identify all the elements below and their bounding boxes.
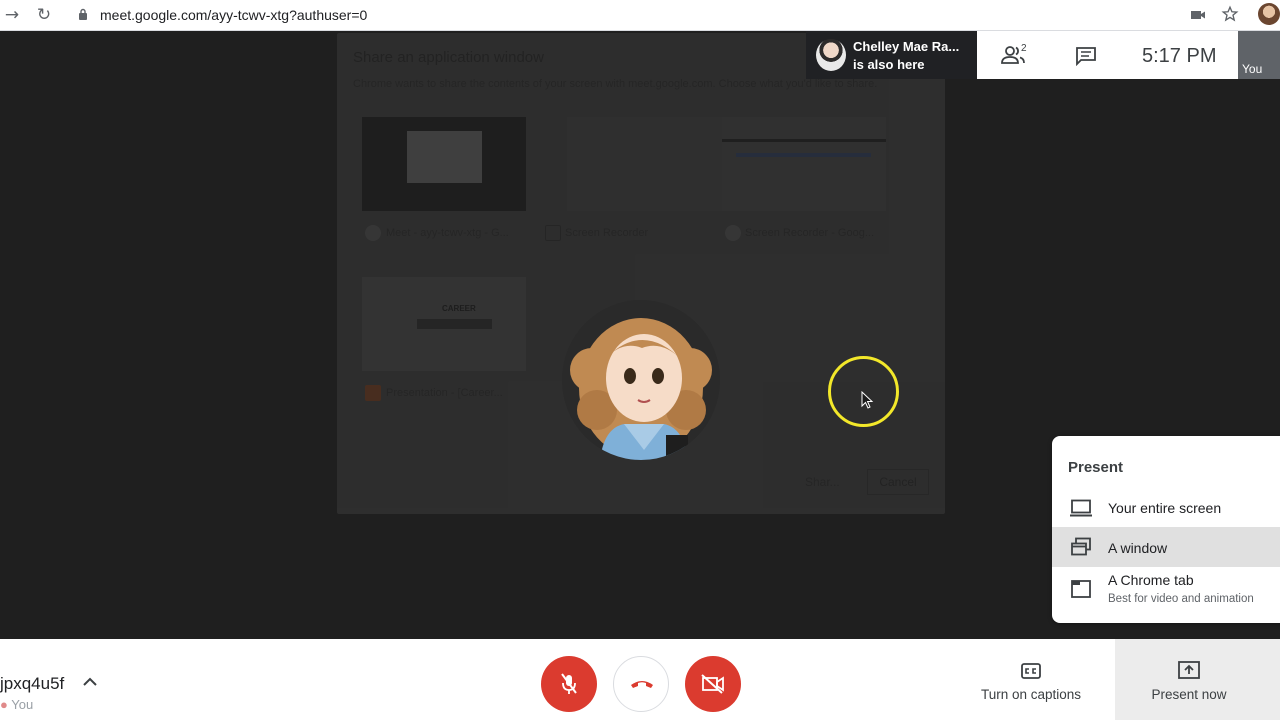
slides-icon (365, 385, 381, 401)
browser-toolbar: → ↻ meet.google.com/ayy-tcwv-xtg?authuse… (0, 0, 1280, 31)
menu-item-chrome-tab[interactable]: A Chrome tab Best for video and animatio… (1052, 567, 1280, 617)
self-view-tile[interactable]: You (1238, 31, 1280, 79)
meeting-header: 2 5:17 PM (977, 31, 1238, 79)
cancel-button: Cancel (867, 469, 929, 495)
window-thumbnail (722, 117, 886, 211)
menu-item-label: A window (1108, 540, 1168, 556)
reload-icon[interactable]: ↻ (34, 5, 54, 25)
window-label: Screen Recorder - Goog... (745, 227, 875, 239)
leave-call-button[interactable] (613, 656, 669, 712)
window-thumbnail (362, 117, 526, 211)
camera-off-icon (701, 674, 724, 694)
chevron-up-icon[interactable] (81, 675, 99, 689)
meeting-controls-bar: jpxq4u5f ● You Turn on captions Present … (0, 639, 1280, 720)
dialog-description: Chrome wants to share the contents of yo… (353, 78, 878, 90)
you-label-text: You (11, 697, 34, 712)
window-thumbnail: CAREER (362, 277, 526, 371)
clock-time: 5:17 PM (1142, 45, 1217, 67)
menu-item-label: Your entire screen (1108, 500, 1222, 516)
menu-item-label: A Chrome tab (1108, 572, 1194, 588)
participant-avatar (562, 300, 720, 460)
notification-name: Chelley Mae Ra... (853, 39, 960, 54)
laptop-icon (1070, 499, 1092, 517)
join-notification: Chelley Mae Ra... is also here (806, 31, 977, 79)
present-menu-title: Present (1068, 459, 1124, 476)
profile-avatar[interactable] (1258, 3, 1280, 25)
mic-toggle-button[interactable] (541, 656, 597, 712)
mic-off-icon (561, 673, 577, 694)
notification-text: is also here (853, 57, 925, 72)
you-label: ● You (0, 697, 34, 712)
present-now-label: Present now (1151, 687, 1227, 702)
window-label: Presentation - [Career... (386, 387, 503, 399)
participant-avatar-small (816, 39, 846, 71)
window-label: Meet - ayy-tcwv-xtg - G... (386, 227, 509, 239)
present-screen-icon (1178, 661, 1200, 679)
app-icon (545, 225, 561, 241)
present-now-button[interactable]: Present now (1115, 639, 1280, 720)
menu-item-window[interactable]: A window (1052, 527, 1280, 567)
address-bar[interactable]: meet.google.com/ayy-tcwv-xtg?authuser=0 (100, 7, 367, 23)
captions-button[interactable]: Turn on captions (964, 639, 1098, 720)
closed-captions-icon (1021, 663, 1041, 679)
lock-icon[interactable] (78, 8, 88, 20)
hang-up-icon (631, 681, 653, 688)
menu-item-entire-screen[interactable]: Your entire screen (1052, 487, 1280, 527)
window-label: Screen Recorder (565, 227, 649, 239)
share-button: Shar... (805, 475, 840, 489)
meeting-code[interactable]: jpxq4u5f (0, 674, 64, 694)
menu-item-sublabel: Best for video and animation (1108, 593, 1254, 605)
present-menu: Present Your entire screen A window A Ch… (1052, 436, 1280, 623)
captions-label: Turn on captions (980, 687, 1082, 702)
window-icon (1071, 537, 1091, 556)
star-icon[interactable] (1221, 5, 1239, 23)
chrome-icon (725, 225, 741, 241)
camera-icon[interactable] (1190, 8, 1206, 22)
back-icon[interactable]: → (2, 5, 22, 25)
camera-toggle-button[interactable] (685, 656, 741, 712)
dialog-title: Share an application window (353, 49, 544, 66)
chat-icon[interactable] (1075, 46, 1097, 66)
chrome-icon (365, 225, 381, 241)
window-thumbnail (567, 117, 731, 211)
self-label: You (1242, 62, 1263, 76)
mouse-cursor-icon (861, 391, 874, 409)
tab-icon (1071, 580, 1091, 598)
people-count: 2 (1021, 43, 1027, 54)
